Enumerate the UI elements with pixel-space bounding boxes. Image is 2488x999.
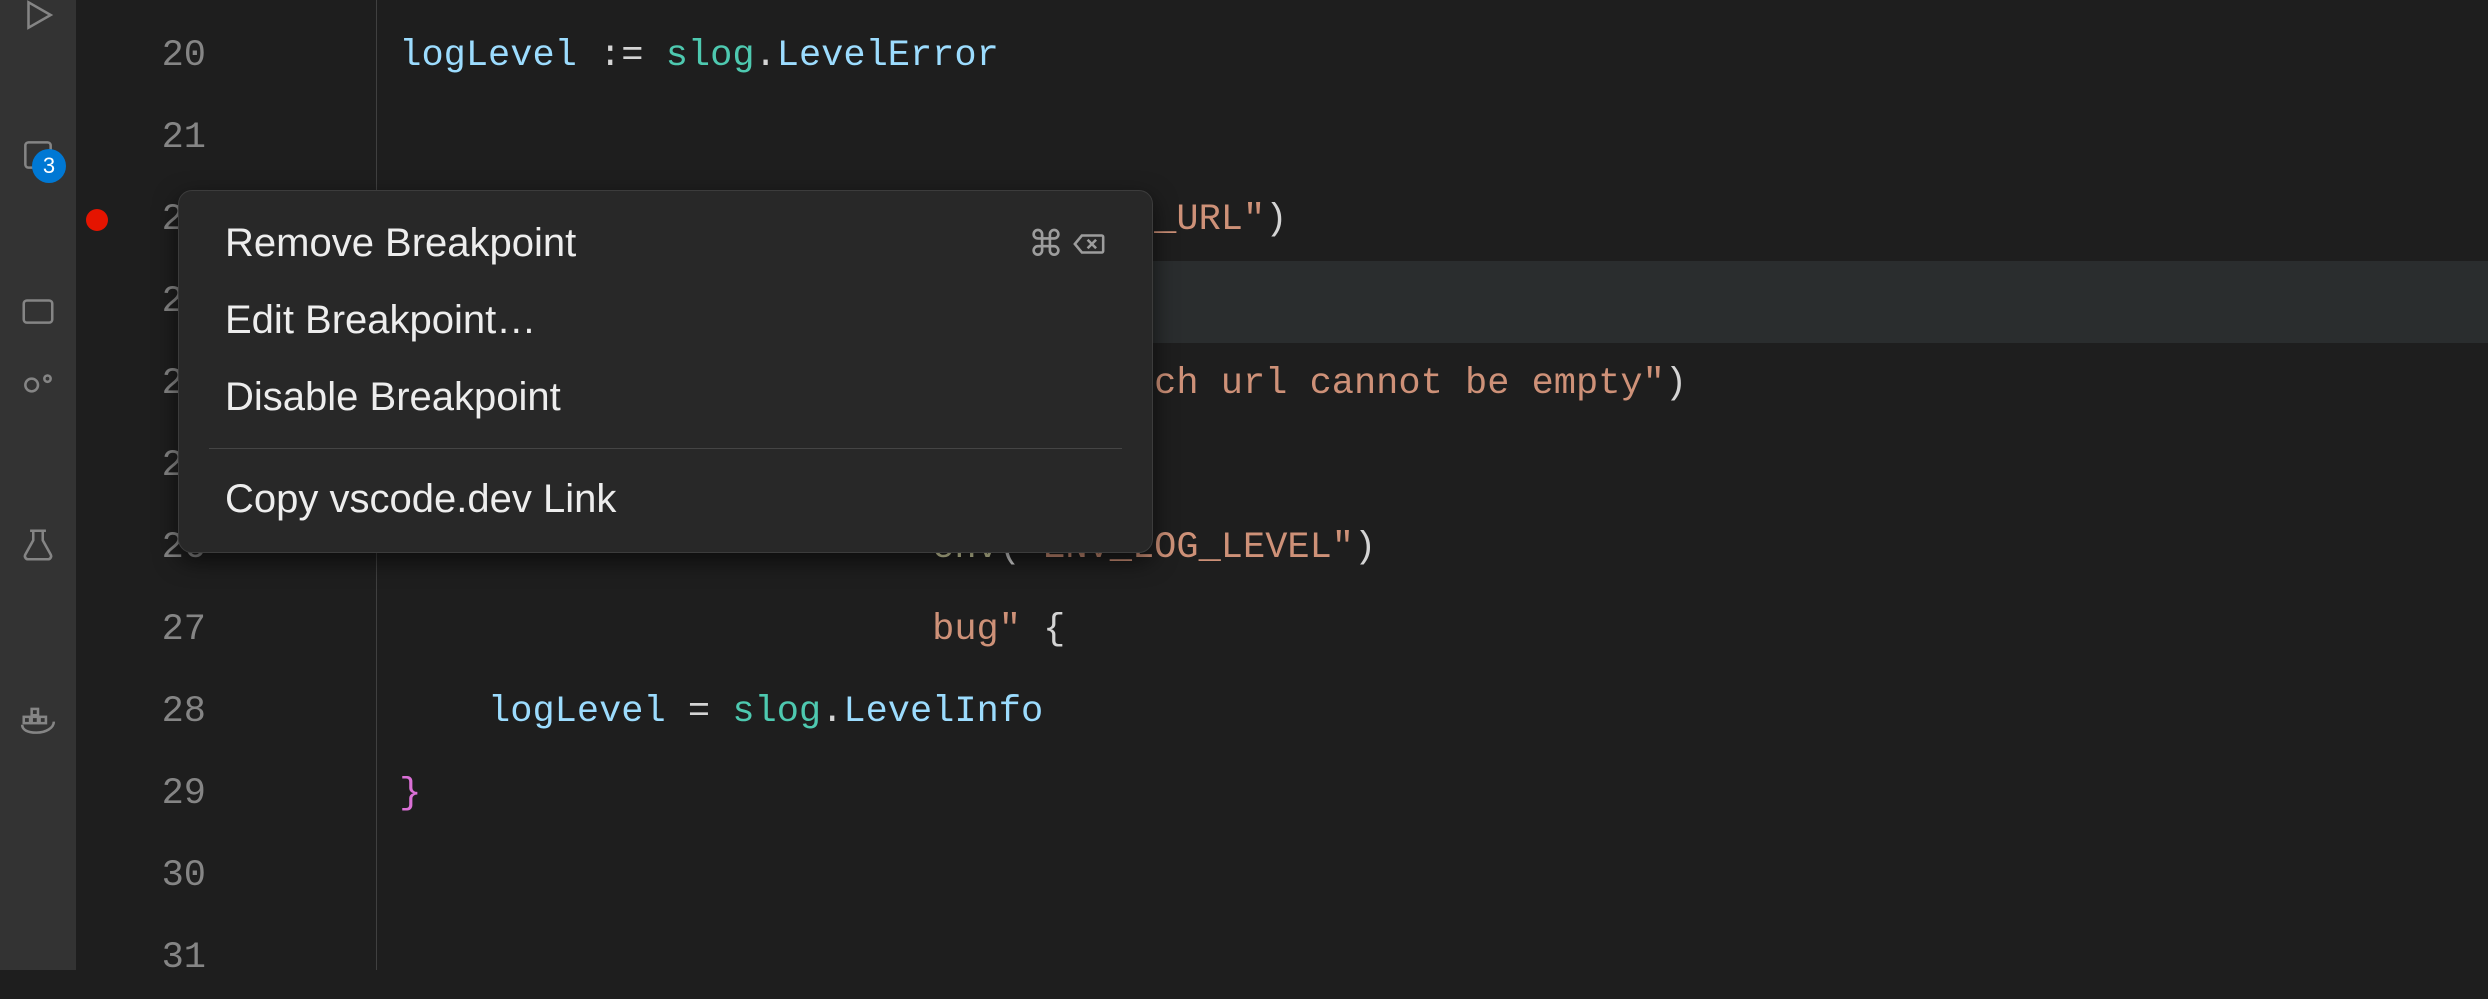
line-number: 27	[76, 589, 246, 671]
docker-icon[interactable]	[18, 290, 58, 330]
containers-icon[interactable]	[18, 700, 58, 740]
menu-item-edit-breakpoint[interactable]: Edit Breakpoint…	[179, 282, 1152, 359]
line-number: 21	[76, 97, 246, 179]
menu-item-copy-vscode-dev-link[interactable]: Copy vscode.dev Link	[179, 461, 1152, 538]
menu-item-label: Remove Breakpoint	[225, 221, 576, 266]
code-line[interactable]: logLevel = slog.LevelInfo	[246, 671, 2488, 753]
code-line[interactable]	[246, 97, 2488, 179]
code-line[interactable]: logLevel := slog.LevelError	[246, 15, 2488, 97]
menu-item-disable-breakpoint[interactable]: Disable Breakpoint	[179, 359, 1152, 436]
menu-item-label: Copy vscode.dev Link	[225, 477, 616, 522]
breakpoint-context-menu: Remove Breakpoint ⌘ Edit Breakpoint… Disabl…	[178, 190, 1153, 553]
remote-icon[interactable]	[18, 365, 58, 405]
activity-badge: 3	[32, 149, 66, 183]
debug-configure-icon[interactable]	[18, 0, 58, 35]
menu-item-remove-breakpoint[interactable]: Remove Breakpoint ⌘	[179, 205, 1152, 282]
breakpoint-indicator[interactable]	[86, 209, 108, 231]
code-line[interactable]: bug" {	[246, 589, 2488, 671]
backspace-icon	[1072, 227, 1106, 261]
menu-shortcut: ⌘	[1028, 223, 1106, 265]
line-number: 31	[76, 917, 246, 999]
line-number: 30	[76, 835, 246, 917]
code-line[interactable]	[246, 835, 2488, 917]
menu-item-label: Edit Breakpoint…	[225, 298, 536, 343]
testing-icon[interactable]	[18, 525, 58, 565]
activity-bar: 3	[0, 0, 76, 970]
line-number: 20	[76, 15, 246, 97]
menu-item-label: Disable Breakpoint	[225, 375, 561, 420]
line-number: 28	[76, 671, 246, 753]
line-number: 29	[76, 753, 246, 835]
menu-separator	[209, 448, 1122, 449]
code-line[interactable]: }	[246, 753, 2488, 835]
code-line[interactable]	[246, 917, 2488, 999]
debug-icon[interactable]: 3	[18, 135, 58, 175]
